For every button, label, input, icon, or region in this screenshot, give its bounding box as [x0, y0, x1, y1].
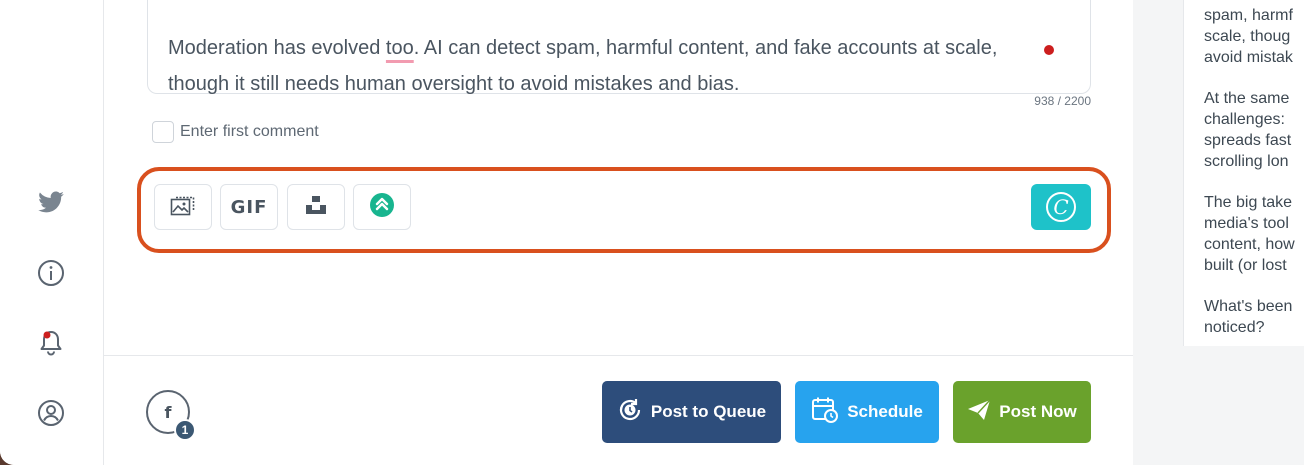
preview-paragraph-1: spam, harmf scale, thoug avoid mistak [1204, 7, 1293, 66]
info-icon[interactable] [36, 258, 66, 288]
add-gif-button[interactable]: GIF [220, 184, 278, 230]
twitter-icon[interactable] [36, 188, 66, 218]
upgrade-icon [369, 192, 395, 223]
user-icon[interactable] [36, 398, 66, 428]
canva-button[interactable]: C [1031, 184, 1091, 230]
post-text-part: Moderation has evolved [168, 37, 386, 59]
first-comment-label: Enter first comment [180, 123, 319, 140]
facebook-icon: f [164, 402, 172, 422]
clock-icon [617, 397, 643, 428]
first-comment-row[interactable]: Enter first comment [152, 121, 319, 143]
unsplash-icon [305, 195, 327, 220]
post-to-queue-label: Post to Queue [650, 402, 767, 421]
schedule-label: Schedule [847, 402, 923, 421]
first-comment-checkbox[interactable] [152, 121, 174, 143]
account-count-badge: 1 [174, 419, 196, 441]
post-to-queue-button[interactable]: Post to Queue [602, 381, 781, 443]
unsplash-button[interactable] [287, 184, 345, 230]
left-nav [0, 0, 104, 465]
post-text[interactable]: Moderation has evolved too. AI can detec… [168, 30, 1028, 102]
post-now-label: Post Now [999, 402, 1077, 421]
footer-divider [104, 355, 1133, 356]
schedule-button[interactable]: Schedule [795, 381, 939, 443]
bell-icon[interactable] [36, 328, 66, 358]
status-dot [1044, 45, 1054, 55]
app-window: Moderation has evolved too. AI can detec… [0, 0, 1304, 465]
image-icon [170, 194, 196, 221]
send-icon [967, 399, 991, 426]
upgrade-button[interactable] [353, 184, 411, 230]
misspelled-word[interactable]: too [386, 37, 414, 59]
composer: Moderation has evolved too. AI can detec… [104, 0, 1133, 465]
preview-paragraph-2: At the same challenges: spreads fast scr… [1204, 90, 1292, 170]
canva-icon: C [1046, 192, 1076, 222]
gif-icon: GIF [230, 196, 268, 218]
preview-paragraph-3: The big take media's tool content, how b… [1204, 194, 1295, 274]
preview-paragraph-4: What's been noticed? [1204, 298, 1293, 336]
character-count: 938 / 2200 [1034, 94, 1091, 108]
post-now-button[interactable]: Post Now [953, 381, 1091, 443]
calendar-icon [811, 396, 839, 429]
toolbar-highlight [137, 167, 1111, 253]
add-image-button[interactable] [154, 184, 212, 230]
